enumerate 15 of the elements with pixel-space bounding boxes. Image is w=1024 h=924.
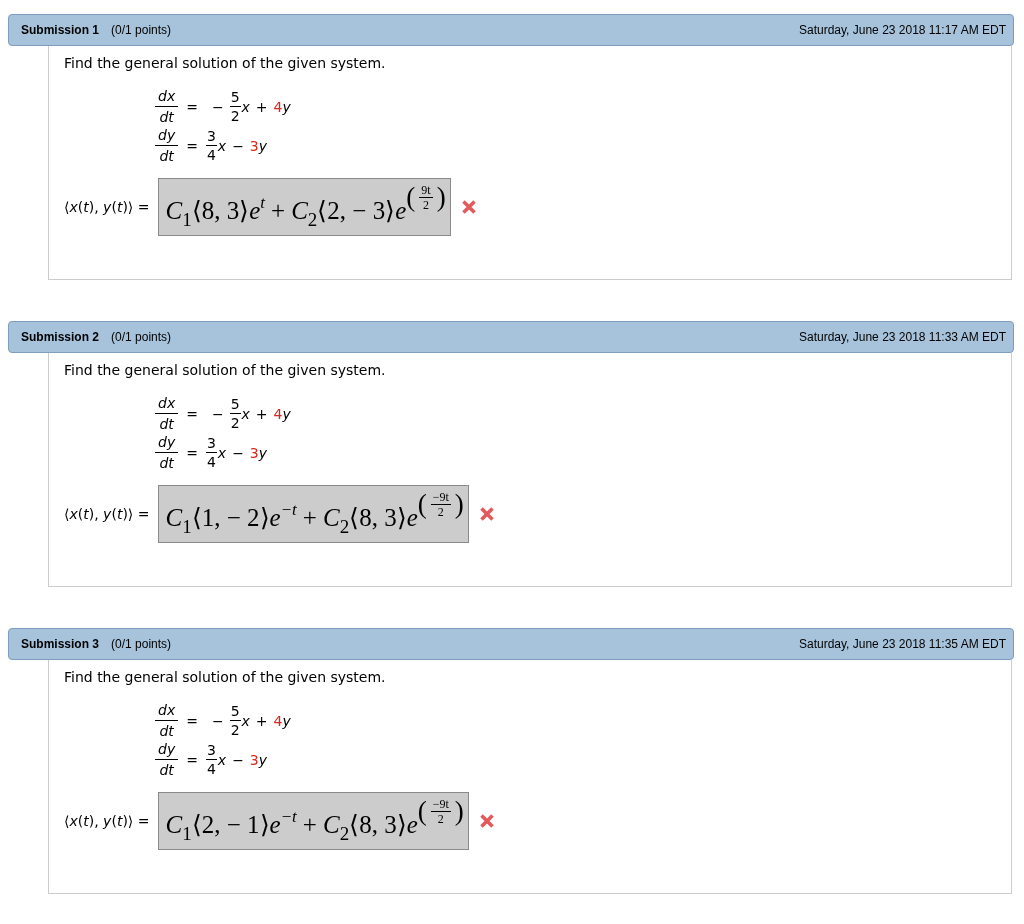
points-label: (0/1 points)	[111, 329, 172, 346]
answer-label: ⟨x(t), y(t)⟩ =	[64, 811, 150, 831]
answer-label: ⟨x(t), y(t)⟩ =	[64, 504, 150, 524]
answer-label: ⟨x(t), y(t)⟩ =	[64, 197, 150, 217]
submission-title: Submission 3	[21, 636, 100, 653]
timestamp: Saturday, June 23 2018 11:35 AM EDT	[798, 636, 1006, 653]
question-text: Find the general solution of the given system.	[64, 54, 387, 73]
timestamp: Saturday, June 23 2018 11:17 AM EDT	[798, 22, 1006, 39]
question-text: Find the general solution of the given system.	[64, 361, 387, 380]
points-label: (0/1 points)	[111, 636, 172, 653]
timestamp: Saturday, June 23 2018 11:33 AM EDT	[798, 329, 1006, 346]
question-text: Find the general solution of the given system.	[64, 668, 387, 687]
submission-title: Submission 1	[21, 22, 100, 39]
points-label: (0/1 points)	[111, 22, 172, 39]
submission-title: Submission 2	[21, 329, 100, 346]
